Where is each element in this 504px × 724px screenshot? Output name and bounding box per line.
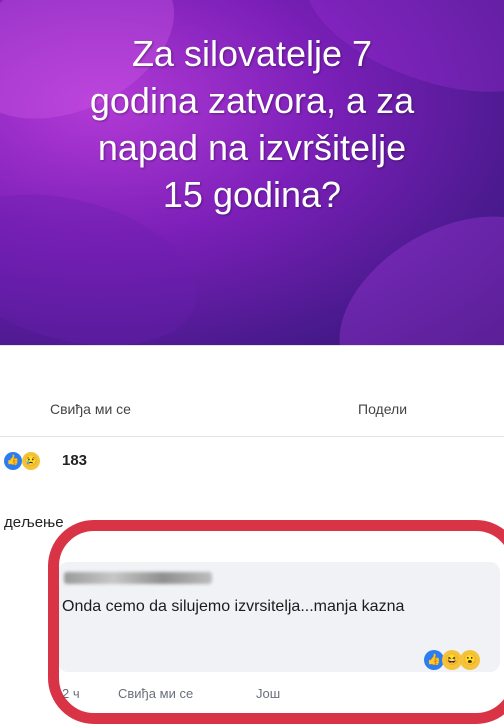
- headline-line-4: 15 godina?: [162, 174, 342, 215]
- red-highlight-annotation: [48, 520, 504, 724]
- sad-icon: 😢: [22, 452, 40, 470]
- headline-line-2: godina zatvora, a za: [89, 80, 415, 121]
- shares-label[interactable]: дељење: [4, 514, 64, 531]
- headline-line-1: Za silovatelje 7: [131, 33, 373, 74]
- reaction-count: 183: [62, 452, 88, 469]
- like-button[interactable]: Свиђа ми се: [50, 401, 131, 417]
- share-button[interactable]: Подели: [358, 401, 407, 417]
- banner-headline: Za silovatelje 7 godina zatvora, a za na…: [0, 30, 504, 218]
- headline-line-3: napad na izvršitelje: [97, 127, 407, 168]
- like-icon: 👍: [4, 452, 22, 470]
- post-action-bar: Свиђа ми се Подели: [0, 345, 504, 437]
- post-image-banner: Za silovatelje 7 godina zatvora, a za na…: [0, 0, 504, 345]
